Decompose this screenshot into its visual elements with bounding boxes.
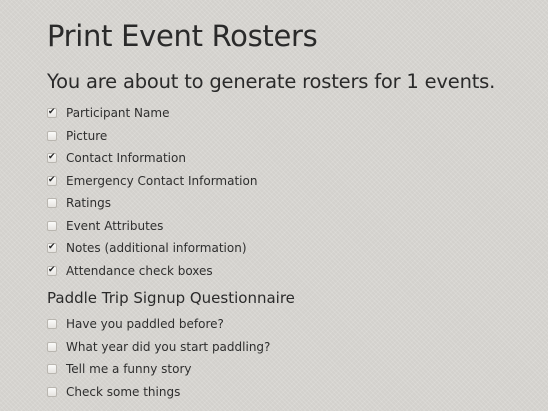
checkbox-label[interactable]: Participant Name [66,106,169,120]
roster-option-contact-information[interactable]: Contact Information [47,147,257,170]
checkbox-label[interactable]: Picture [66,129,107,143]
checkbox[interactable] [47,130,57,141]
roster-option-event-attributes[interactable]: Event Attributes [47,215,257,238]
checkbox-label[interactable]: What year did you start paddling? [66,340,270,354]
roster-options-list: Participant Name Picture Contact Informati… [47,102,257,282]
checkbox-label[interactable]: Emergency Contact Information [66,174,257,188]
checkbox-label[interactable]: Event Attributes [66,219,163,233]
checkbox[interactable] [47,341,57,352]
page-subtitle: You are about to generate rosters for 1 … [47,70,496,93]
checkbox[interactable] [47,151,57,164]
questionnaire-title: Paddle Trip Signup Questionnaire [47,289,295,307]
checkbox[interactable] [47,364,57,375]
checkbox-label[interactable]: Have you paddled before? [66,317,224,331]
checkbox-label[interactable]: Check some things [66,385,180,399]
checkbox[interactable] [47,319,57,330]
roster-option-emergency-contact-information[interactable]: Emergency Contact Information [47,170,257,193]
checkbox[interactable] [47,106,57,119]
checkbox[interactable] [47,264,57,276]
checkbox[interactable] [47,174,57,186]
roster-option-notes-additional-information[interactable]: Notes (additional information) [47,237,257,260]
checkbox-label[interactable]: Attendance check boxes [66,264,213,278]
roster-option-picture[interactable]: Picture [47,125,257,148]
checkbox[interactable] [47,241,57,254]
checkbox[interactable] [47,220,57,231]
question-option-have-you-paddled-before[interactable]: Have you paddled before? [47,313,270,336]
page-title: Print Event Rosters [47,19,318,53]
roster-option-attendance-check-boxes[interactable]: Attendance check boxes [47,260,257,283]
checkbox[interactable] [47,198,57,209]
questionnaire-options-list: Have you paddled before? What year did yo… [47,313,270,403]
question-option-tell-me-a-funny-story[interactable]: Tell me a funny story [47,358,270,381]
checkbox-label[interactable]: Notes (additional information) [66,241,247,255]
checkbox[interactable] [47,386,57,397]
question-option-what-year-did-you-start-paddling[interactable]: What year did you start paddling? [47,336,270,359]
checkbox-label[interactable]: Ratings [66,196,111,210]
roster-option-ratings[interactable]: Ratings [47,192,257,215]
question-option-check-some-things[interactable]: Check some things [47,381,270,404]
checkbox-label[interactable]: Contact Information [66,151,186,165]
roster-option-participant-name[interactable]: Participant Name [47,102,257,125]
checkbox-label[interactable]: Tell me a funny story [66,362,192,376]
